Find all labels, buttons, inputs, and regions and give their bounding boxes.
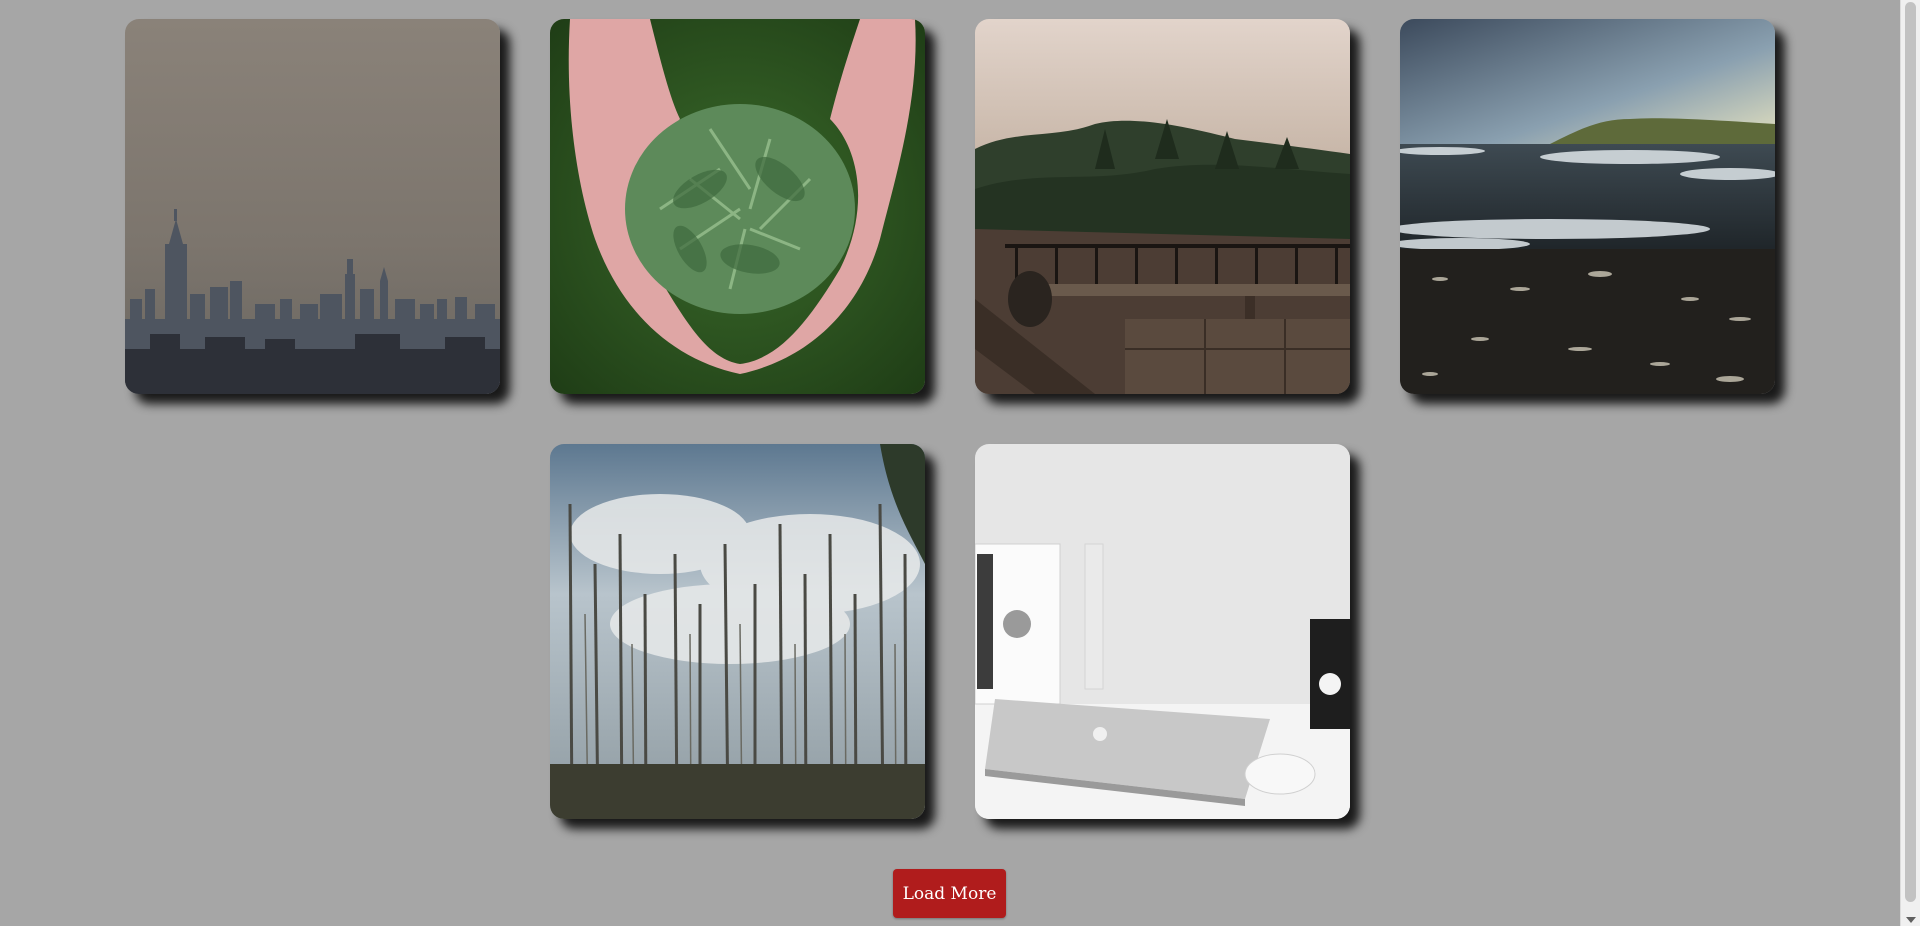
- page-scrollbar[interactable]: [1900, 0, 1920, 926]
- foggy-forest-image: [975, 19, 1350, 394]
- gallery-card-foggy-forest[interactable]: [975, 19, 1350, 394]
- scrollbar-thumb[interactable]: [1905, 2, 1916, 902]
- bare-trees-image: [550, 444, 925, 819]
- load-more-button[interactable]: Load More: [893, 869, 1006, 918]
- gallery-card-bare-trees[interactable]: [550, 444, 925, 819]
- scroll-down-arrow-icon[interactable]: [1906, 917, 1916, 923]
- ocean-beach-image: [1400, 19, 1775, 394]
- gallery-card-ocean-beach[interactable]: [1400, 19, 1775, 394]
- hands-pine-image: [550, 19, 925, 394]
- gallery-card-laptop-desk[interactable]: [975, 444, 1350, 819]
- city-skyline-image: [125, 19, 500, 394]
- gallery-card-city-skyline[interactable]: [125, 19, 500, 394]
- gallery-card-hands-pine[interactable]: [550, 19, 925, 394]
- gallery-page: Load More: [0, 0, 1900, 926]
- laptop-desk-image: [975, 444, 1350, 819]
